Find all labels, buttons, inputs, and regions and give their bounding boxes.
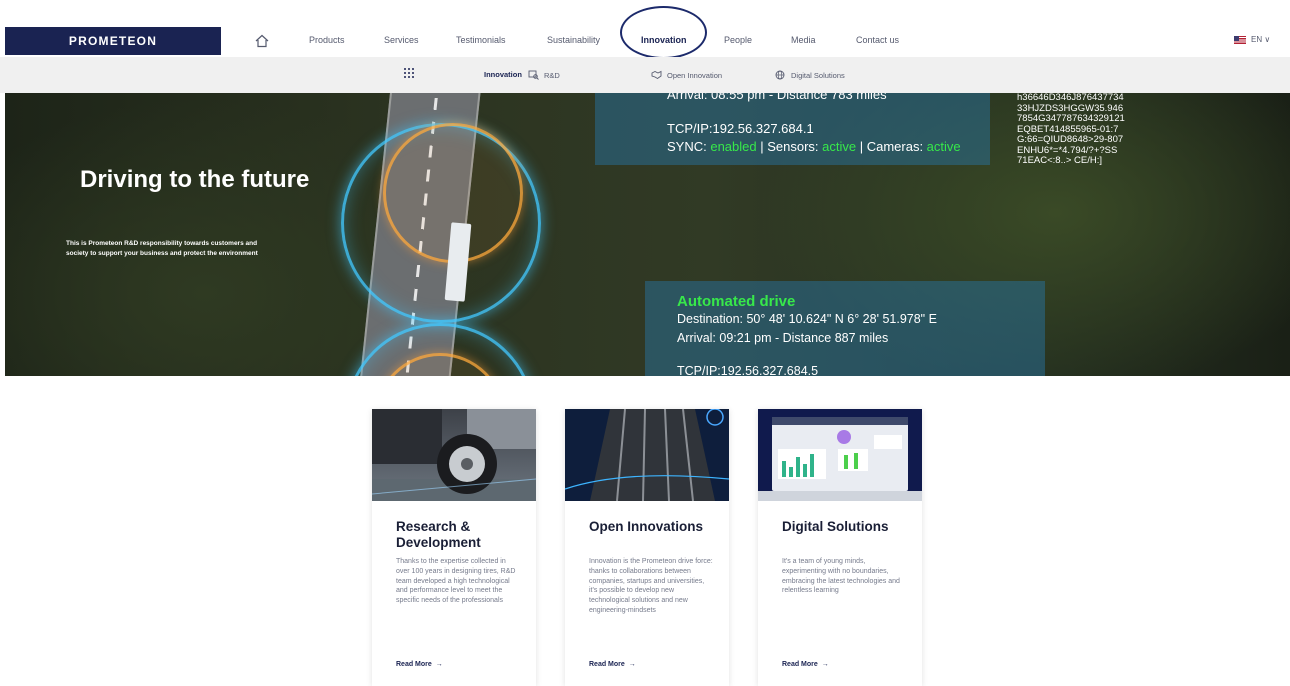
hero-automated-drive: Automated drive xyxy=(677,293,796,310)
sync-sensors-active: active xyxy=(822,139,857,154)
hero-sync-line: SYNC: enabled | Sensors: active | Camera… xyxy=(667,139,961,154)
read-more-link[interactable]: Read More → xyxy=(589,661,636,668)
brand-logo-text: PROMETEON xyxy=(68,34,158,48)
subnav-open-innovation-label: Open Innovation xyxy=(667,70,723,80)
card-title: Research & Development xyxy=(396,519,481,550)
hero-subtitle: This is Prometeon R&D responsibility tow… xyxy=(66,240,258,257)
nav-services[interactable]: Services xyxy=(384,35,419,45)
home-icon[interactable] xyxy=(254,33,270,49)
hero-tcp-2: TCP/IP:192.56.327.684.5 xyxy=(677,364,819,376)
sync-prefix: SYNC: xyxy=(667,139,711,154)
card-description: Innovation is the Prometeon drive force:… xyxy=(589,558,713,614)
hero-arrival-top: Arrival: 08:55 pm - Distance 783 miles xyxy=(667,93,887,102)
sync-cameras-active: active xyxy=(926,139,961,154)
nav-people[interactable]: People xyxy=(724,35,752,45)
nav-testimonials[interactable]: Testimonials xyxy=(456,35,506,45)
card-open-innovations[interactable]: Open Innovations Innovation is the Prome… xyxy=(565,409,729,686)
language-selector[interactable]: EN ∨ xyxy=(1234,35,1270,44)
card-image-tire-tread xyxy=(565,409,729,501)
code-line: G:66=QIUD8648>29-807 xyxy=(1017,134,1124,145)
arrow-right-icon: → xyxy=(628,661,636,668)
card-research-development[interactable]: Research & Development Thanks to the exp… xyxy=(372,409,536,686)
nav-media[interactable]: Media xyxy=(791,35,816,45)
subnav-rd[interactable]: R&D xyxy=(528,70,560,80)
nav-products[interactable]: Products xyxy=(309,35,345,45)
hero-code-block: h36646D346J876437734 33HJZDS3HGGW35.946 … xyxy=(1017,93,1125,167)
sync-sensors: | Sensors: xyxy=(756,139,823,154)
grid-icon xyxy=(404,68,414,78)
subnav-digital-solutions-label: Digital Solutions xyxy=(791,70,845,80)
handshake-icon xyxy=(651,70,662,80)
card-title: Open Innovations xyxy=(589,519,704,534)
read-more-link[interactable]: Read More → xyxy=(782,661,829,668)
card-description: Thanks to the expertise collected in ove… xyxy=(396,558,516,605)
nav-innovation[interactable]: Innovation xyxy=(641,35,687,45)
hero-destination: Destination: 50° 48' 10.624" N 6° 28' 51… xyxy=(677,312,937,326)
card-image-truck-tire xyxy=(372,409,536,501)
arrow-right-icon: → xyxy=(821,661,829,668)
card-digital-solutions[interactable]: Digital Solutions It's a team of young m… xyxy=(758,409,922,686)
code-line: 71EAC<:8..> CE/H:] xyxy=(1017,155,1103,166)
nav-contact-us[interactable]: Contact us xyxy=(856,35,899,45)
read-more-link[interactable]: Read More → xyxy=(396,661,443,668)
subnav-open-innovation[interactable]: Open Innovation xyxy=(651,70,722,80)
read-more-label: Read More xyxy=(396,661,432,668)
highlight-circle-annotation xyxy=(620,6,707,59)
sync-enabled: enabled xyxy=(710,139,757,154)
nav-sustainability[interactable]: Sustainability xyxy=(547,35,600,45)
card-description: It's a team of young minds, experimentin… xyxy=(782,558,900,595)
subnav-innovation-label: Innovation xyxy=(484,70,522,79)
subnav-digital-solutions[interactable]: Digital Solutions xyxy=(775,70,845,80)
hero-title: Driving to the future xyxy=(80,166,310,193)
sync-cameras: | Cameras: xyxy=(856,139,927,154)
code-line: h36646D346J876437734 xyxy=(1017,93,1124,103)
globe-icon xyxy=(775,70,785,80)
subnav-innovation[interactable]: Innovation xyxy=(484,70,522,79)
top-navigation: PROMETEON Products Services Testimonials… xyxy=(0,0,1290,59)
brand-logo[interactable]: PROMETEON xyxy=(5,27,221,55)
subnav-rd-label: R&D xyxy=(544,70,560,80)
read-more-label: Read More xyxy=(782,661,818,668)
sub-navigation: Innovation R&D Open Innovation Digital S… xyxy=(0,57,1290,93)
language-label: EN ∨ xyxy=(1251,35,1271,44)
microscope-icon xyxy=(528,70,539,80)
card-image-dashboard xyxy=(758,409,922,501)
code-line: 7854G347787634329121 xyxy=(1017,113,1125,124)
hero-tcp-1: TCP/IP:192.56.327.684.1 xyxy=(667,121,814,136)
card-title: Digital Solutions xyxy=(782,519,889,534)
read-more-label: Read More xyxy=(589,661,625,668)
hero-banner: Arrival: 08:55 pm - Distance 783 miles T… xyxy=(5,93,1290,376)
arrow-right-icon: → xyxy=(435,661,443,668)
us-flag-icon xyxy=(1234,35,1246,44)
hero-arrival-bottom: Arrival: 09:21 pm - Distance 887 miles xyxy=(677,331,889,345)
